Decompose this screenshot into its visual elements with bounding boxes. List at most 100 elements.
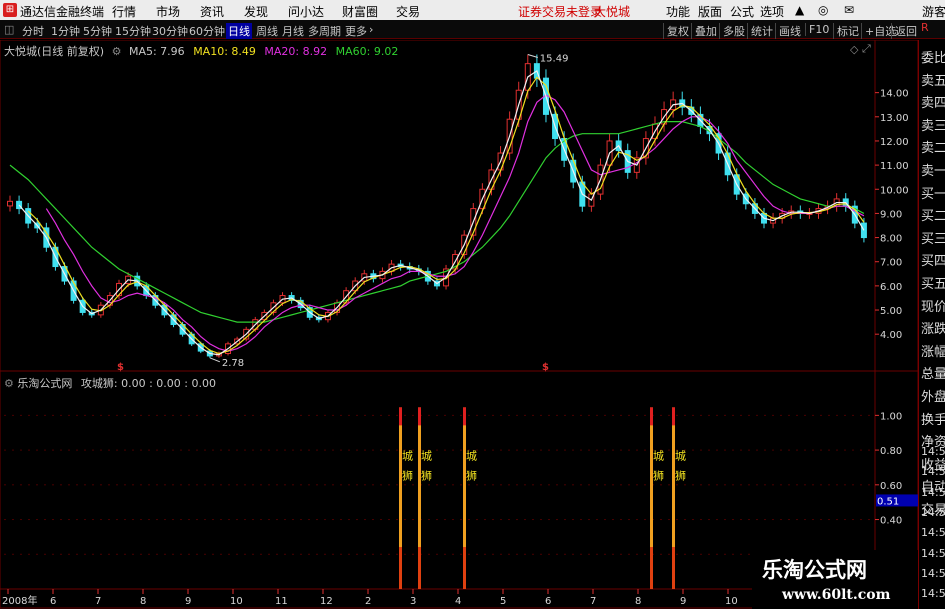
indicator-tick-label: 0.40 bbox=[880, 516, 902, 527]
price-pane-header: 大悦城(日线 前复权) ⚙ MA5: 7.96 MA10: 8.49 MA20:… bbox=[4, 43, 398, 59]
indicator-settings-icon[interactable]: ⚙ bbox=[4, 377, 14, 390]
price-tick-label: 14.00 bbox=[880, 89, 909, 100]
ma5-line bbox=[18, 69, 865, 356]
chart-frame bbox=[0, 40, 918, 609]
indicator-tick-label: 0.80 bbox=[880, 446, 902, 457]
menu-bar: ⊞ 通达信金融终端 行情 市场 资讯 发现 问小达 财富圈 交易 证券交易未登录… bbox=[0, 0, 945, 20]
watermark: 乐淘公式网 www.60lt.com bbox=[752, 550, 918, 609]
period-15min[interactable]: 15分钟 bbox=[115, 23, 151, 39]
signal-label: 城 bbox=[675, 449, 686, 462]
signal-bar-cap bbox=[399, 407, 402, 426]
menu-formula[interactable]: 公式 bbox=[730, 3, 754, 20]
tool-mark[interactable]: 标记 bbox=[833, 23, 859, 39]
time-tick-label: 2008年 bbox=[2, 594, 37, 607]
price-tick-label: 12.00 bbox=[880, 137, 909, 148]
period-multi[interactable]: 多周期 bbox=[308, 23, 341, 39]
ma5-label: MA5: 7.96 bbox=[128, 45, 185, 58]
period-daily[interactable]: 日线 bbox=[226, 23, 252, 39]
time-tick-label: 10 bbox=[725, 596, 738, 607]
menu-item-market[interactable]: 行情 bbox=[112, 3, 136, 20]
signal-bar-base bbox=[399, 547, 402, 589]
signal-label: 城 bbox=[466, 449, 477, 462]
quote-field-label: 委比 bbox=[921, 51, 945, 66]
chart-area[interactable]: 15.492.78$ $ 城狮城狮城狮城狮城狮 14.0013.0012.0011… bbox=[0, 40, 918, 609]
quote-field-label: 卖五 bbox=[921, 73, 945, 89]
signal-label: 狮 bbox=[402, 469, 413, 482]
menu-function[interactable]: 功能 bbox=[666, 3, 690, 20]
quote-field-label: 换手 bbox=[921, 412, 945, 428]
time-tick-label: 9 bbox=[185, 596, 191, 607]
tool-draw[interactable]: 画线 bbox=[775, 23, 801, 39]
price-tick-label: 13.00 bbox=[880, 113, 909, 124]
toggle-panel-icon[interactable]: ◫ bbox=[4, 23, 14, 36]
period-weekly[interactable]: 周线 bbox=[256, 23, 278, 39]
tick-time: 14:56 bbox=[921, 546, 945, 560]
quote-field-label: 买一 bbox=[921, 186, 945, 202]
event-marker: $ bbox=[117, 362, 124, 373]
chevron-right-icon[interactable]: › bbox=[369, 23, 373, 36]
candle-body bbox=[7, 200, 13, 207]
settings-icon[interactable]: ◎ bbox=[818, 3, 828, 17]
menu-item-news[interactable]: 资讯 bbox=[200, 3, 224, 20]
tool-multi-stock[interactable]: 多股 bbox=[719, 23, 745, 39]
period-1min[interactable]: 1分钟 bbox=[51, 23, 80, 39]
period-more[interactable]: 更多 bbox=[345, 23, 367, 39]
quote-panel: 委比 卖五 卖四 卖三 卖二 卖一 买一 买二 买三 买四 买五 现价 涨跌 涨幅 总量 外盘 换手 净资 收益 自动… bbox=[918, 21, 945, 609]
guest-label: 游客 bbox=[922, 5, 945, 19]
time-tick-label: 5 bbox=[500, 596, 506, 607]
ma10-line bbox=[27, 76, 865, 355]
indicator-highlight-label: 0.51 bbox=[877, 496, 899, 507]
signal-label: 城 bbox=[653, 449, 664, 462]
collapse-icon[interactable]: ▲ bbox=[795, 3, 804, 17]
ma20-label: MA20: 8.92 bbox=[264, 45, 328, 58]
tool-overlay[interactable]: 叠加 bbox=[691, 23, 717, 39]
menu-item-discover[interactable]: 发现 bbox=[244, 3, 268, 20]
signal-bar-base bbox=[650, 547, 653, 589]
time-tick-label: 6 bbox=[50, 596, 56, 607]
menu-options[interactable]: 选项 bbox=[760, 3, 784, 20]
signal-bar-base bbox=[463, 547, 466, 589]
tool-f10[interactable]: F10 bbox=[805, 23, 829, 36]
settings-small-icon[interactable]: ⚙ bbox=[112, 45, 122, 58]
expand-icon[interactable]: ⤢ bbox=[862, 42, 871, 56]
low-price-label: 2.78 bbox=[222, 358, 244, 369]
time-tick-label: 7 bbox=[590, 596, 596, 607]
indicator-formula-label: 攻城狮: 0.00 : 0.00 : 0.00 bbox=[80, 377, 216, 390]
mail-icon[interactable]: ✉ bbox=[844, 3, 854, 17]
tool-adjust[interactable]: 复权 bbox=[663, 23, 689, 39]
ma60-line bbox=[9, 121, 865, 323]
tool-stats[interactable]: 统计 bbox=[747, 23, 773, 39]
diamond-icon[interactable]: ◇ bbox=[850, 43, 858, 56]
menu-item-trade[interactable]: 交易 bbox=[396, 3, 420, 20]
price-tick-label: 10.00 bbox=[880, 185, 909, 196]
quote-field-label: 买五 bbox=[921, 277, 945, 292]
quote-field-label: 卖四 bbox=[921, 96, 945, 112]
menu-item-wealth[interactable]: 财富圈 bbox=[342, 3, 378, 20]
signal-label: 狮 bbox=[653, 469, 664, 482]
period-intraday[interactable]: 分时 bbox=[22, 23, 44, 39]
time-tick-label: 10 bbox=[230, 596, 243, 607]
time-tick-label: 8 bbox=[140, 596, 146, 607]
menu-layout[interactable]: 版面 bbox=[698, 3, 722, 20]
quote-field-label: 卖一 bbox=[921, 164, 945, 179]
menu-item-markets[interactable]: 市场 bbox=[156, 3, 180, 20]
menu-item-assistant[interactable]: 问小达 bbox=[288, 3, 324, 20]
time-tick-label: 2 bbox=[365, 596, 371, 607]
watermark-name: 乐淘公式网 bbox=[762, 557, 867, 582]
stock-name-title: 大悦城 bbox=[594, 5, 631, 19]
signal-label: 城 bbox=[421, 449, 432, 462]
ma60-label: MA60: 9.02 bbox=[335, 45, 399, 58]
period-monthly[interactable]: 月线 bbox=[282, 23, 304, 39]
time-tick-label: 12 bbox=[320, 596, 333, 607]
tool-back[interactable]: 返回 bbox=[891, 23, 917, 39]
quote-field-label: 涨幅 bbox=[921, 344, 945, 360]
price-tick-label: 9.00 bbox=[880, 209, 902, 220]
time-tick-label: 7 bbox=[95, 596, 101, 607]
quote-field-label: 卖二 bbox=[921, 141, 945, 157]
period-5min[interactable]: 5分钟 bbox=[83, 23, 112, 39]
quote-field-label: 买二 bbox=[921, 209, 945, 225]
period-60min[interactable]: 60分钟 bbox=[189, 23, 225, 39]
panel-r-marker[interactable]: R bbox=[921, 21, 929, 34]
period-30min[interactable]: 30分钟 bbox=[152, 23, 188, 39]
price-tick-label: 7.00 bbox=[880, 258, 902, 269]
